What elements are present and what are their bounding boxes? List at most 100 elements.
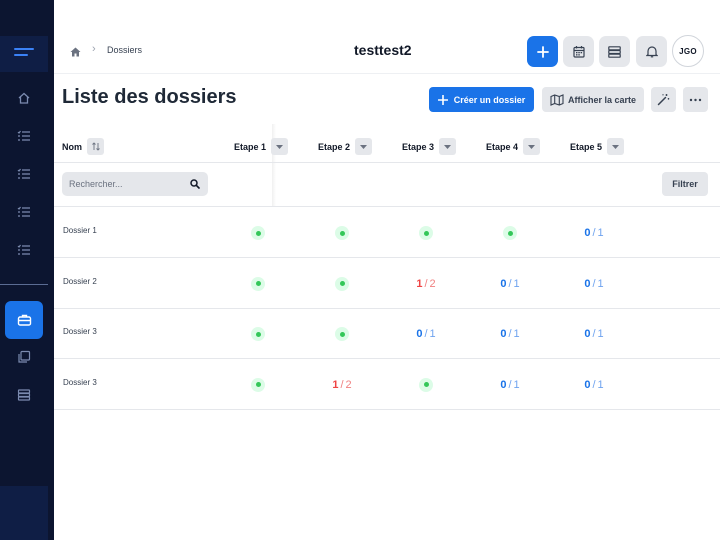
- sidebar-item-dossiers[interactable]: [5, 301, 43, 339]
- step-progress-counter[interactable]: 0/1: [574, 223, 614, 243]
- column-header-etape-1[interactable]: Etape 1: [234, 138, 289, 155]
- progress-fraction: 1/2: [416, 278, 435, 290]
- column-header-etape-5[interactable]: Etape 5: [570, 138, 625, 155]
- table-row[interactable]: Dossier 3 1/2 0/1 0/1: [54, 359, 720, 410]
- page-title: Liste des dossiers: [62, 86, 237, 108]
- add-button[interactable]: [527, 36, 558, 67]
- notifications-button[interactable]: [636, 36, 667, 67]
- magic-wand-icon: [657, 94, 670, 106]
- progress-done: 0: [584, 227, 591, 239]
- step-done-indicator[interactable]: [406, 375, 446, 395]
- chevron-down-icon: [612, 144, 620, 149]
- plus-icon: [536, 45, 549, 58]
- breadcrumb-current[interactable]: Dossiers: [107, 45, 142, 55]
- sidebar-item-database[interactable]: [14, 385, 34, 405]
- show-map-button[interactable]: Afficher la carte: [542, 87, 644, 112]
- magic-wand-button[interactable]: [651, 87, 676, 112]
- calendar-button[interactable]: [563, 36, 594, 67]
- table-row[interactable]: Dossier 2 1/2 0/1 0/1: [54, 258, 720, 309]
- step-done-indicator[interactable]: [322, 274, 362, 294]
- row-name[interactable]: Dossier 1: [63, 226, 97, 235]
- column-header-etape-4[interactable]: Etape 4: [486, 138, 541, 155]
- server-button[interactable]: [599, 36, 630, 67]
- sidebar-item-list-1[interactable]: [14, 126, 34, 146]
- step-progress-counter[interactable]: 0/1: [490, 324, 530, 344]
- progress-done: 0: [500, 277, 507, 290]
- step-progress-counter[interactable]: 0/1: [574, 375, 614, 395]
- row-name[interactable]: Dossier 2: [63, 277, 97, 286]
- search-input[interactable]: Rechercher...: [62, 172, 208, 196]
- sidebar: [0, 0, 54, 540]
- server-icon: [608, 45, 621, 58]
- step-progress-counter[interactable]: 0/1: [574, 274, 614, 294]
- breadcrumb-home-icon[interactable]: [70, 44, 81, 62]
- step-progress-counter[interactable]: 0/1: [490, 274, 530, 294]
- sidebar-item-list-4[interactable]: [14, 240, 34, 260]
- step-done-indicator[interactable]: [238, 274, 278, 294]
- column-dropdown-button[interactable]: [607, 138, 625, 155]
- chevron-down-icon: [444, 144, 452, 149]
- step-progress-counter[interactable]: 0/1: [490, 375, 530, 395]
- column-header-label: Etape 1: [234, 141, 267, 152]
- sidebar-item-copy[interactable]: [14, 347, 34, 367]
- more-options-button[interactable]: [683, 87, 708, 112]
- step-progress-counter[interactable]: 1/2: [322, 375, 362, 395]
- sidebar-footer: [0, 486, 48, 540]
- column-header-etape-3[interactable]: Etape 3: [402, 138, 457, 155]
- column-header-label: Etape 4: [486, 141, 519, 152]
- table-row[interactable]: Dossier 1 0/1: [54, 207, 720, 258]
- list-icon: [17, 244, 30, 255]
- column-header-label: Etape 5: [570, 141, 603, 152]
- column-header-nom[interactable]: Nom: [62, 138, 104, 155]
- step-progress-counter[interactable]: 0/1: [406, 324, 446, 344]
- row-name[interactable]: Dossier 3: [63, 378, 97, 387]
- create-dossier-button[interactable]: Créer un dossier: [429, 87, 534, 112]
- briefcase-icon: [17, 314, 31, 326]
- progress-total: 1: [597, 277, 604, 290]
- column-dropdown-button[interactable]: [355, 138, 373, 155]
- progress-fraction: 0/1: [500, 379, 519, 391]
- progress-slash: /: [592, 328, 596, 340]
- home-icon: [18, 92, 30, 104]
- step-done-indicator[interactable]: [322, 324, 362, 344]
- filter-button[interactable]: Filtrer: [662, 172, 708, 196]
- table-row[interactable]: Dossier 3 0/1 0/1 0/1: [54, 308, 720, 359]
- sidebar-menu-toggle[interactable]: [0, 36, 48, 72]
- progress-done: 0: [584, 277, 591, 290]
- sort-button[interactable]: [87, 138, 104, 155]
- row-name[interactable]: Dossier 3: [63, 327, 97, 336]
- column-dropdown-button[interactable]: [271, 138, 289, 155]
- step-progress-counter[interactable]: 0/1: [574, 324, 614, 344]
- column-dropdown-button[interactable]: [439, 138, 457, 155]
- step-done-indicator[interactable]: [490, 223, 530, 243]
- column-header-etape-2[interactable]: Etape 2: [318, 138, 373, 155]
- sidebar-item-list-3[interactable]: [14, 202, 34, 222]
- step-done-indicator[interactable]: [322, 223, 362, 243]
- progress-total: 1: [513, 378, 520, 391]
- progress-done: 0: [500, 328, 507, 340]
- step-done-indicator[interactable]: [238, 375, 278, 395]
- header-divider: [54, 162, 720, 163]
- column-dropdown-button[interactable]: [523, 138, 541, 155]
- progress-slash: /: [424, 328, 428, 340]
- app-root: › Dossiers testtest2 JGO Liste des dossi…: [0, 0, 720, 540]
- step-done-indicator[interactable]: [238, 223, 278, 243]
- progress-done: 1: [332, 378, 339, 391]
- search-placeholder: Rechercher...: [69, 179, 123, 189]
- progress-total: 2: [345, 378, 352, 391]
- step-done-indicator[interactable]: [406, 223, 446, 243]
- progress-slash: /: [592, 227, 596, 239]
- step-done-indicator[interactable]: [238, 324, 278, 344]
- step-progress-counter[interactable]: 1/2: [406, 274, 446, 294]
- search-icon: [190, 179, 200, 189]
- user-avatar[interactable]: JGO: [672, 35, 704, 67]
- sidebar-item-home[interactable]: [14, 88, 34, 108]
- progress-total: 1: [513, 277, 520, 290]
- check-dot-icon: [335, 226, 349, 240]
- check-dot-icon: [251, 226, 265, 240]
- progress-total: 1: [597, 227, 604, 239]
- list-icon: [17, 130, 30, 141]
- progress-fraction: 0/1: [416, 328, 435, 340]
- sidebar-item-list-2[interactable]: [14, 164, 34, 184]
- progress-total: 1: [597, 328, 604, 340]
